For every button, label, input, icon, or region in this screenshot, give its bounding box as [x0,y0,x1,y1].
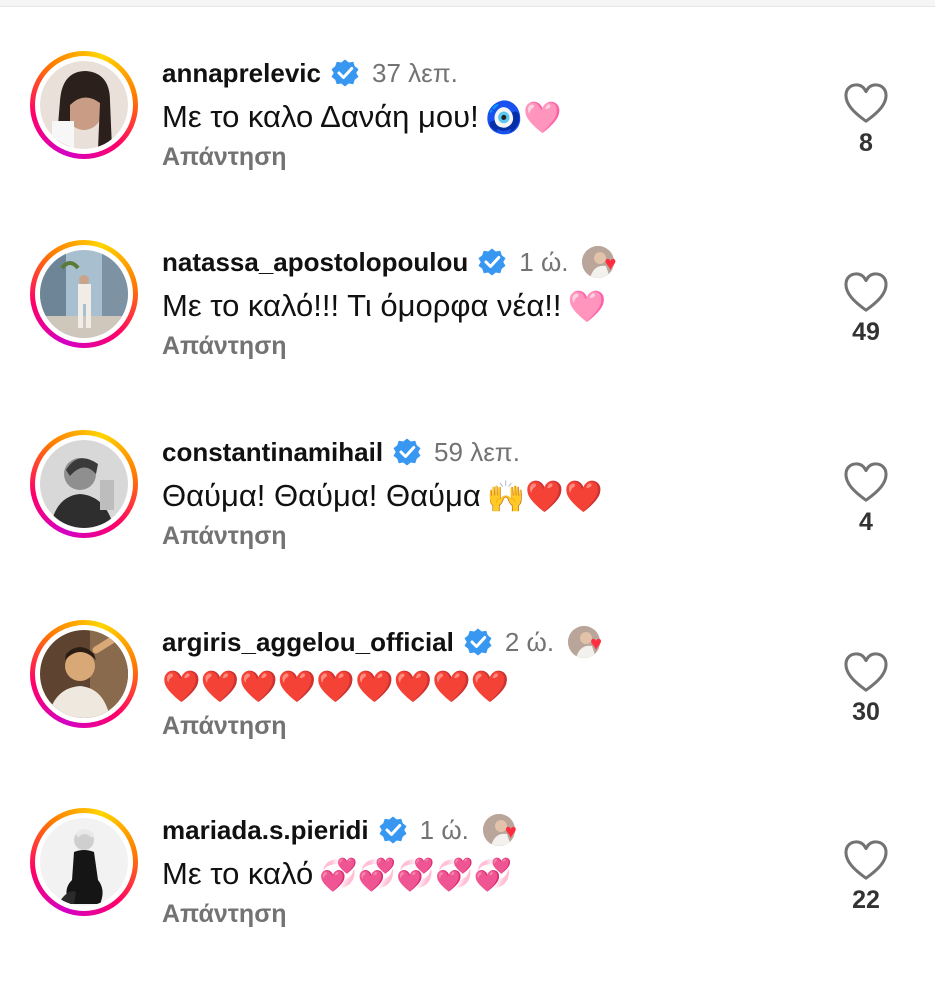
username[interactable]: constantinamihail [162,437,383,468]
verified-badge-icon [478,248,506,276]
verified-badge-icon [379,816,407,844]
reply-button[interactable]: Απάντηση [162,712,287,741]
username[interactable]: natassa_apostolopoulou [162,247,468,278]
reply-button[interactable]: Απάντηση [162,143,287,172]
comment-emoji: 🙌❤️❤️ [486,478,603,515]
verified-badge-icon [331,59,359,87]
heart-filled-icon: ♥ [604,253,617,275]
like-count: 22 [852,886,880,914]
verified-badge-icon [464,628,492,656]
like-count: 49 [852,318,880,346]
liked-by-author-badge: ♥ [568,624,614,660]
username[interactable]: annaprelevic [162,58,321,89]
like-count: 8 [859,129,873,157]
story-ring[interactable] [30,430,138,538]
comment-emoji: ❤️❤️❤️❤️❤️❤️❤️❤️❤️ [162,668,510,705]
story-ring[interactable] [30,808,138,916]
username[interactable]: argiris_aggelou_official [162,627,454,658]
comment-body: Θαύμα! Θαύμα! Θαύμα [162,478,481,513]
avatar[interactable] [40,440,128,528]
heart-icon[interactable] [843,272,889,314]
reply-button[interactable]: Απάντηση [162,900,287,929]
comment-emoji: 🧿🩷 [484,99,562,136]
liked-by-author-badge: ♥ [482,812,529,848]
comment-item: argiris_aggelou_official 2 ώ. ♥ ❤️❤️❤️❤️… [0,612,935,800]
comment-time: 59 λεπ. [434,436,520,467]
avatar[interactable] [40,818,128,906]
username[interactable]: mariada.s.pieridi [162,815,369,846]
comment-text: ❤️❤️❤️❤️❤️❤️❤️❤️❤️ [162,664,509,708]
verified-badge-icon [393,438,421,466]
comment-time: 1 ώ. [519,246,569,277]
reply-button[interactable]: Απάντηση [162,522,287,551]
comment-item: mariada.s.pieridi 1 ώ. ♥ Με το καλό 💞💞💞💞… [0,800,935,988]
comment-text: Με το καλό 💞💞💞💞💞 [162,852,512,896]
liked-by-author-badge: ♥ [582,244,628,280]
heart-icon[interactable] [843,462,889,504]
heart-icon[interactable] [843,840,889,882]
comment-time: 1 ώ. [419,814,469,845]
comment-emoji: 💞💞💞💞💞 [319,856,513,893]
heart-icon[interactable] [843,652,889,694]
heart-filled-icon: ♥ [590,633,602,655]
avatar[interactable] [40,61,128,149]
comment-item: annaprelevic 37 λεπ. Με το καλο Δανάη μο… [0,43,935,231]
comment-body: Με το καλό [162,856,314,891]
comment-body: Με το καλό!!! Τι όμορφα νέα!! [162,288,562,323]
like-count: 4 [859,508,873,536]
story-ring[interactable] [30,620,138,728]
comment-time: 37 λεπ. [371,57,458,88]
avatar[interactable] [40,250,128,338]
comment-text: Με το καλό!!! Τι όμορφα νέα!! 🩷 [162,284,606,328]
heart-icon[interactable] [843,83,889,125]
comment-time: 2 ώ. [504,626,555,657]
avatar[interactable] [40,630,128,718]
comment-text: Με το καλο Δανάη μου! 🧿🩷 [162,95,562,139]
story-ring[interactable] [30,240,138,348]
comment-text: Θαύμα! Θαύμα! Θαύμα 🙌❤️❤️ [162,474,603,518]
comment-item: constantinamihail 59 λεπ. Θαύμα! Θαύμα! … [0,422,935,610]
comment-body: Με το καλο Δανάη μου! [162,99,479,134]
story-ring[interactable] [30,51,138,159]
reply-button[interactable]: Απάντηση [162,332,287,361]
comment-emoji: 🩷 [567,288,607,325]
top-divider [0,0,935,7]
comment-item: natassa_apostolopoulou 1 ώ. ♥ Με το καλό… [0,232,935,420]
heart-filled-icon: ♥ [504,821,517,843]
like-count: 30 [852,698,880,726]
